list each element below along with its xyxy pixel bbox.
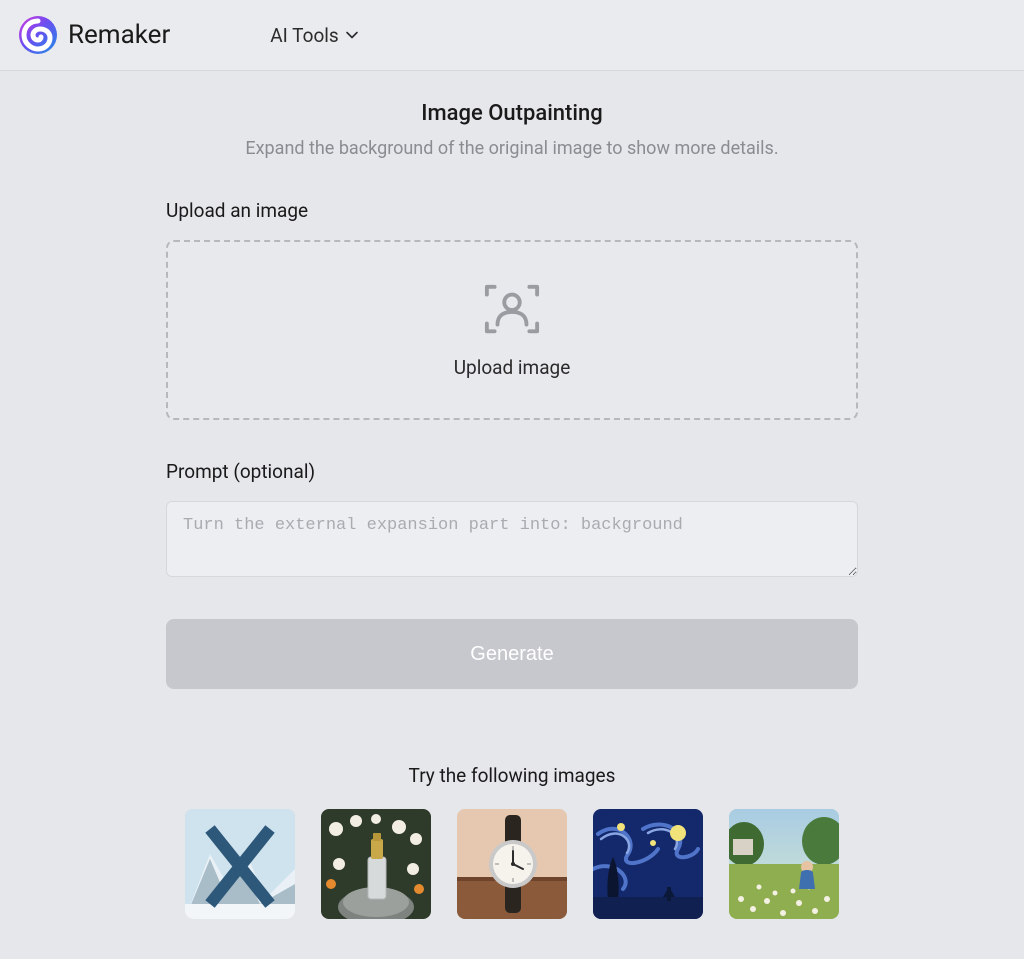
nav-ai-tools-label: AI Tools (270, 24, 338, 47)
prompt-section-label: Prompt (optional) (166, 460, 858, 483)
upload-text: Upload image (454, 356, 571, 379)
header: Remaker AI Tools (0, 0, 1024, 71)
sample-image-watch[interactable] (457, 809, 567, 919)
chevron-down-icon (345, 24, 359, 47)
upload-section-label: Upload an image (166, 199, 858, 222)
main-content: Image Outpainting Expand the background … (0, 71, 1024, 959)
prompt-input[interactable] (166, 501, 858, 577)
upload-dropzone[interactable]: Upload image (166, 240, 858, 420)
sample-image-perfume-flowers[interactable] (321, 809, 431, 919)
brand-logo-icon (18, 15, 58, 55)
generate-button-label: Generate (470, 643, 553, 665)
samples-title: Try the following images (166, 764, 858, 787)
generate-button[interactable]: Generate (166, 619, 858, 689)
samples-row (166, 809, 858, 919)
sample-image-mountain-x[interactable] (185, 809, 295, 919)
brand[interactable]: Remaker (18, 15, 170, 55)
sample-image-child-meadow[interactable] (729, 809, 839, 919)
page-subtitle: Expand the background of the original im… (0, 138, 1024, 159)
upload-person-icon (483, 282, 541, 336)
brand-name: Remaker (68, 20, 170, 50)
nav-ai-tools[interactable]: AI Tools (270, 24, 358, 47)
sample-image-starry-night[interactable] (593, 809, 703, 919)
page-title: Image Outpainting (0, 101, 1024, 126)
